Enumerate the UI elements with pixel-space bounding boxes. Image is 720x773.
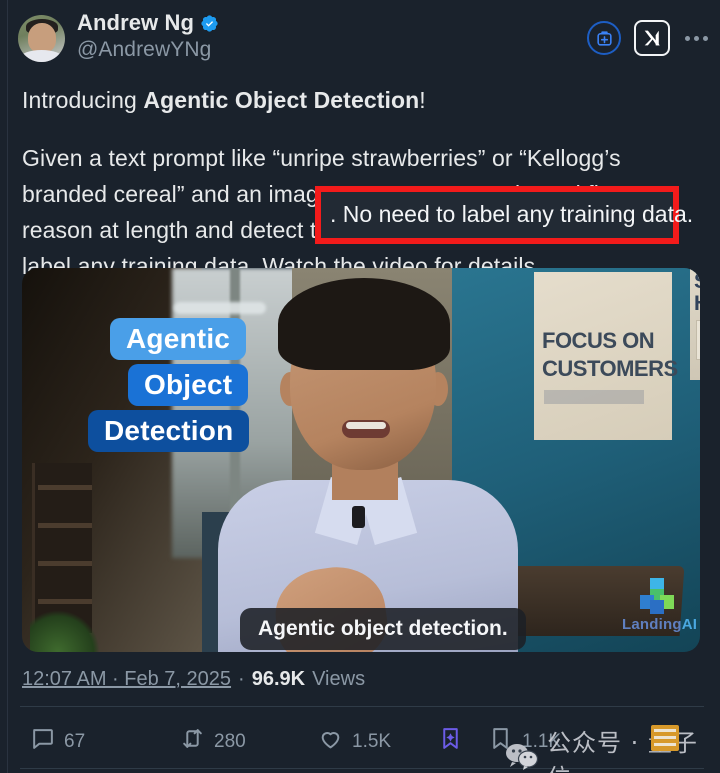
tweet-page: Andrew Ng @AndrewYNg Introducing Agentic… (0, 0, 720, 773)
poster-subtext-block (544, 390, 644, 404)
watermark-text: 公众号 · 量子位 (547, 729, 697, 773)
wechat-icon (505, 741, 539, 773)
video-title-badge-detection: Detection (88, 410, 250, 452)
more-horizontal-icon[interactable] (683, 30, 710, 47)
avatar-body (20, 50, 63, 62)
divider-top (20, 706, 704, 707)
meta-separator: · (238, 668, 245, 690)
retweet-icon (180, 726, 205, 757)
author-display-name[interactable]: Andrew Ng (77, 10, 194, 36)
xai-logo-icon[interactable] (634, 20, 670, 56)
retweet-count: 280 (214, 730, 246, 752)
reply-count: 67 (64, 730, 86, 752)
post-text-bold: Agentic Object Detection (143, 87, 420, 113)
landing-ai-word-ai: AI (681, 616, 698, 633)
display-name-row: Andrew Ng (77, 10, 219, 36)
video-person-hair (278, 278, 450, 370)
author-name-block[interactable]: Andrew Ng @AndrewYNg (77, 10, 219, 62)
landing-ai-word-landing: Landing (622, 616, 682, 633)
video-title-badge-agentic: Agentic (110, 318, 247, 360)
grok-circle-icon[interactable] (587, 21, 621, 55)
avatar[interactable] (18, 15, 65, 62)
video-bg-shelf (32, 463, 92, 633)
retweet-button[interactable]: 280 (180, 726, 246, 757)
landing-ai-logo: LandingAI (622, 578, 706, 642)
landing-ai-cubes-icon (634, 578, 682, 614)
views-label: Views (312, 668, 366, 690)
post-header: Andrew Ng @AndrewYNg (18, 10, 710, 68)
poster-side-line-1: S (694, 270, 700, 294)
heart-icon (318, 726, 343, 757)
author-handle[interactable]: @AndrewYNg (77, 38, 219, 62)
reply-button[interactable]: 67 (30, 726, 85, 757)
annotation-text: . No need to label any training data. (330, 201, 694, 227)
poster-side: S HU (690, 268, 700, 380)
grok-bookmark-sparkle-icon (438, 726, 463, 757)
video-person-mouth (342, 420, 390, 438)
verified-badge-icon (200, 14, 219, 33)
post-text: Introducing Agentic Object Detection! Gi… (22, 82, 682, 284)
video-person-microphone (352, 506, 365, 528)
watermark-logo-badge (651, 725, 679, 751)
like-count: 1.5K (352, 730, 392, 752)
video-bg-plant (30, 610, 100, 652)
post-text-line1: Introducing Agentic Object Detection! (22, 82, 682, 118)
poster-side-line-2: HU (694, 292, 700, 316)
post-text-prefix: Introducing (22, 87, 144, 113)
post-text-suffix: ! (419, 87, 426, 113)
poster-line-1: FOCUS ON (542, 328, 655, 353)
poster-line-2: CUSTOMERS (542, 356, 678, 381)
video-ceiling-light (174, 302, 266, 314)
views-count: 96.9K (251, 668, 306, 690)
header-actions (587, 20, 710, 56)
wechat-watermark: 公众号 · 量子位 (505, 723, 720, 773)
post-meta: 12:07 AM · Feb 7, 2025 · 96.9K Views (22, 668, 365, 691)
comment-icon (30, 726, 55, 757)
avatar-face (28, 23, 56, 53)
video-caption: Agentic object detection. (240, 608, 526, 650)
poster-side-block (696, 320, 700, 360)
landing-ai-wordmark: LandingAI (622, 616, 706, 633)
like-button[interactable]: 1.5K (318, 726, 391, 757)
video-title-badge-object: Object (128, 364, 249, 406)
grok-analytics-button[interactable] (438, 726, 463, 757)
poster-focus-on-customers: FOCUS ON CUSTOMERS (534, 272, 678, 440)
thread-rail (7, 0, 8, 773)
post-timestamp[interactable]: 12:07 AM · Feb 7, 2025 (22, 668, 231, 691)
